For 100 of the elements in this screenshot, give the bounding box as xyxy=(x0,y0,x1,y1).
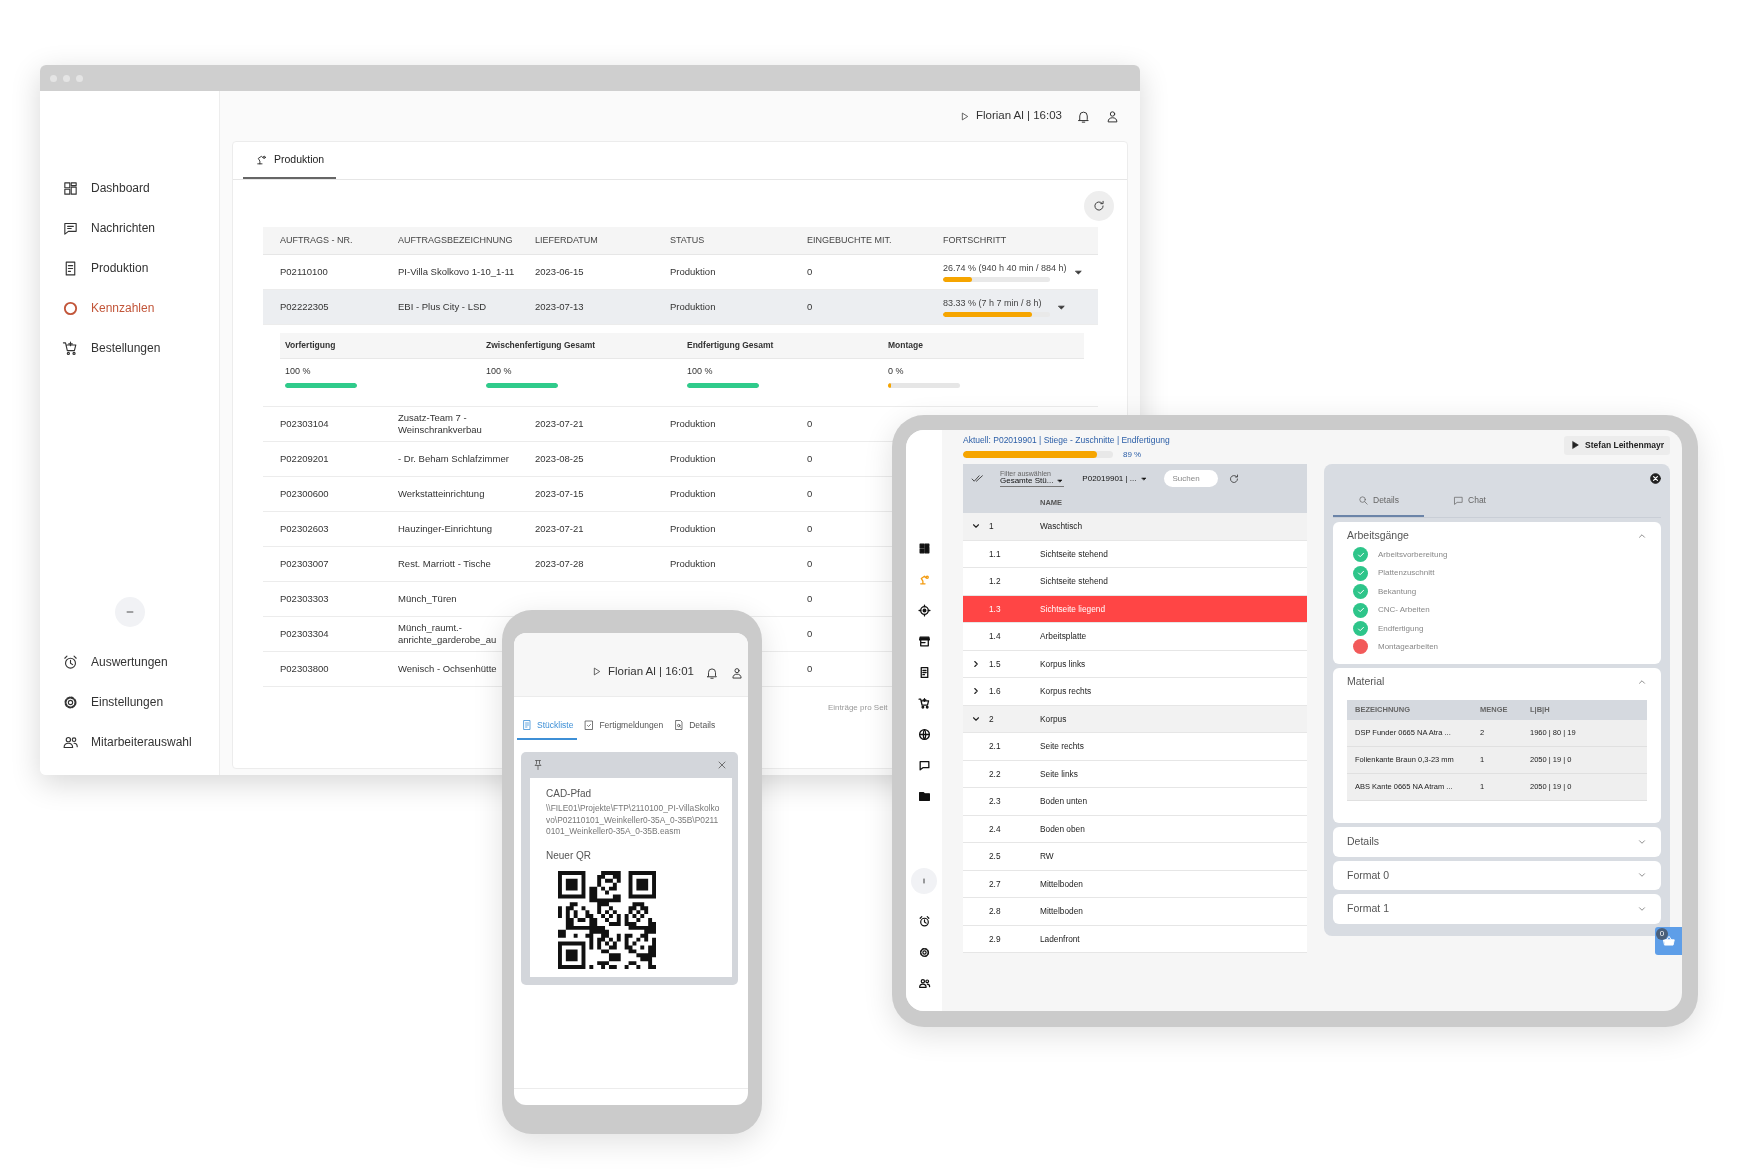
percent-label: 100 % xyxy=(486,364,512,378)
table-cell: 2023-08-25 xyxy=(535,453,584,466)
grid-icon[interactable] xyxy=(917,542,931,555)
refresh-button[interactable] xyxy=(1084,191,1114,221)
search-field[interactable]: Suchen xyxy=(1164,470,1219,487)
nav-item[interactable]: Einstellungen xyxy=(40,682,219,722)
expanded-row[interactable]: P02222305 EBI - Plus City - LSD 2023-07-13 Produktion 0 83.33 % (7 h 7 min / 8 h) xyxy=(263,290,1098,325)
table-cell: P02303104 xyxy=(280,418,329,431)
user-icon[interactable] xyxy=(730,666,744,680)
table-cell: P02303007 xyxy=(280,558,329,571)
item-name: Waschtisch xyxy=(1040,520,1084,533)
alarm-clock-icon[interactable] xyxy=(917,915,931,928)
chat-icon[interactable] xyxy=(917,759,931,772)
step-label: Plattenzuschnitt xyxy=(1378,567,1435,580)
item-name: Mittelboden xyxy=(1040,905,1084,918)
item-number: 1.5 xyxy=(989,657,1002,670)
column-header: STATUS xyxy=(670,234,705,247)
document-search-icon xyxy=(673,719,686,732)
cart-icon xyxy=(62,339,79,357)
item-name: Boden unten xyxy=(1040,795,1089,808)
table-cell: 0 xyxy=(807,663,813,676)
pin-icon[interactable] xyxy=(532,758,544,771)
step-label: Montagearbeiten xyxy=(1378,640,1439,653)
item-name: Sichtseite stehend xyxy=(1040,575,1109,588)
table-cell: 0 xyxy=(807,453,813,466)
refresh-icon[interactable] xyxy=(1228,472,1241,485)
item-name: Mittelboden xyxy=(1040,877,1084,890)
chevron-icon[interactable] xyxy=(971,658,981,669)
table-cell: P02303304 xyxy=(280,628,329,641)
tree-row[interactable]: 1 Waschtisch xyxy=(963,513,1307,541)
column-header: Montage xyxy=(883,333,1084,359)
table-cell: Produktion xyxy=(670,523,716,536)
table-cell: P02303303 xyxy=(280,593,329,606)
table-cell: Rest. Marriott - Tische xyxy=(398,558,491,571)
step-label: CNC- Arbeiten xyxy=(1378,604,1430,617)
table-cell: 2023-07-13 xyxy=(535,300,584,314)
order-select[interactable]: P02019901 | ... xyxy=(1082,472,1149,485)
cart-button[interactable]: 0 xyxy=(1655,927,1682,955)
table-cell: 2023-07-15 xyxy=(535,488,584,501)
gear-icon[interactable] xyxy=(917,946,931,959)
progress-reading: 89 % xyxy=(1123,448,1142,461)
tab[interactable]: Details xyxy=(669,715,720,740)
people-icon[interactable] xyxy=(917,977,931,990)
column-header: LIEFERDATUM xyxy=(535,234,598,247)
nav-item[interactable]: Bestellungen xyxy=(40,328,219,368)
chevron-icon[interactable] xyxy=(971,686,981,697)
tab[interactable]: Stückliste xyxy=(517,715,578,740)
column-header: Vorfertigung xyxy=(280,333,481,359)
nav-item[interactable]: Produktion xyxy=(40,248,219,288)
table-cell: 0 xyxy=(807,488,813,501)
field-label: CAD-Pfad xyxy=(546,786,591,801)
bell-icon[interactable] xyxy=(1076,108,1091,124)
item-number: 2.5 xyxy=(989,850,1002,863)
nav-item[interactable]: Nachrichten xyxy=(40,208,219,248)
tab[interactable]: Fertigmeldungen xyxy=(579,715,668,740)
nav-item[interactable]: Mitarbeiterauswahl xyxy=(40,722,219,762)
item-number: 2.8 xyxy=(989,905,1002,918)
user-label[interactable]: Florian Al | 16:03 xyxy=(958,107,1062,125)
cart-icon[interactable] xyxy=(917,697,931,710)
tab[interactable]: Details xyxy=(1333,486,1424,517)
bell-icon[interactable] xyxy=(705,666,719,680)
store-icon[interactable] xyxy=(917,635,931,648)
folder-icon[interactable] xyxy=(917,790,931,803)
nav-item[interactable]: Kennzahlen xyxy=(40,288,219,328)
table-cell: P02302603 xyxy=(280,523,329,536)
chat-icon xyxy=(1453,495,1464,506)
table-cell: Produktion xyxy=(670,265,716,279)
table-cell: 2023-07-28 xyxy=(535,558,584,571)
globe-icon[interactable] xyxy=(917,728,931,741)
table-cell: Hauzinger-Einrichtung xyxy=(398,523,492,536)
clipboard-check-icon xyxy=(583,719,596,732)
close-button[interactable] xyxy=(1649,472,1662,485)
caret-icon xyxy=(1140,474,1149,483)
basket-icon xyxy=(1661,934,1676,948)
item-number: 1.6 xyxy=(989,685,1002,698)
table-cell: P02303800 xyxy=(280,663,329,676)
user-button[interactable]: Stefan Leithenmayr xyxy=(1564,436,1670,455)
table-cell-text: Münch_raumt.-anrichte_garderobe_au xyxy=(398,621,498,647)
nav-item[interactable]: Auswertungen xyxy=(40,642,219,682)
double-check-icon[interactable] xyxy=(971,472,984,485)
percent-label: 0 % xyxy=(888,364,904,378)
nav-item[interactable]: Dashboard xyxy=(40,168,219,208)
table-cell: Produktion xyxy=(670,558,716,571)
column-header: EINGEBUCHTE MIT. xyxy=(807,234,892,247)
section-title: Details xyxy=(1347,833,1380,849)
tab[interactable]: Chat xyxy=(1424,486,1515,517)
column-header: Zwischenfertigung Gesamt xyxy=(481,333,682,359)
item-number: 1.4 xyxy=(989,630,1002,643)
table-cell: - Dr. Beham Schlafzimmer xyxy=(398,453,509,466)
tree-row[interactable]: 2 Korpus xyxy=(963,705,1307,733)
user-label[interactable]: Florian Al | 16:01 xyxy=(590,662,694,680)
section-title: Format 0 xyxy=(1347,867,1389,883)
ring-icon xyxy=(62,299,79,317)
target-icon[interactable] xyxy=(917,604,931,617)
table-cell: 2023-06-15 xyxy=(535,265,584,279)
item-number: 2.9 xyxy=(989,932,1002,945)
user-icon[interactable] xyxy=(1105,108,1120,124)
column-header: AUFTRAGS - NR. xyxy=(280,234,353,247)
item-name: Korpus rechts xyxy=(1040,685,1093,698)
tab[interactable]: Produktion xyxy=(243,142,337,179)
